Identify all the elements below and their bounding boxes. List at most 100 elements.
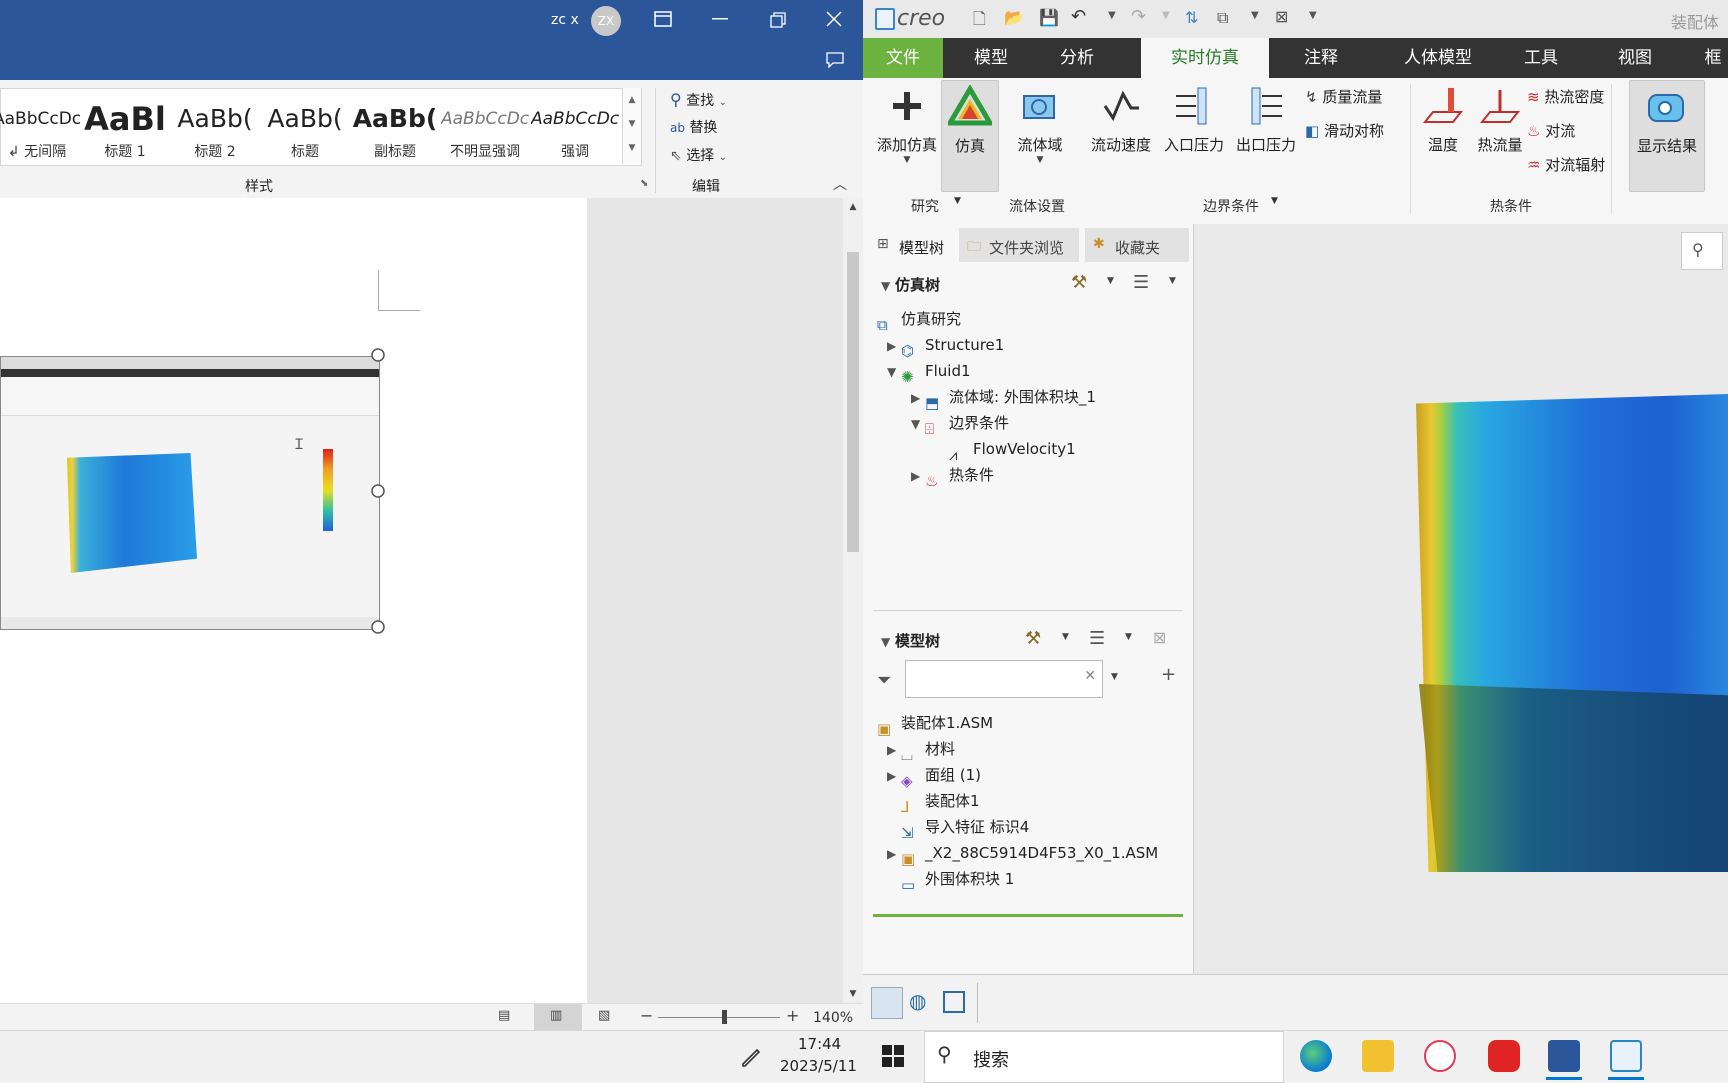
menu-annotate[interactable]: 注释: [1281, 38, 1361, 78]
resize-handle-icon[interactable]: [371, 620, 385, 634]
restore-icon[interactable]: [770, 12, 786, 28]
avatar[interactable]: ZX: [591, 6, 621, 36]
expand-icon[interactable]: ▶: [887, 737, 901, 763]
tree-item-quilts[interactable]: ▶ ◈ 面组 (1): [887, 762, 981, 790]
save-icon[interactable]: 💾: [1039, 8, 1059, 27]
regenerate-icon[interactable]: ⇅: [1185, 8, 1198, 27]
expand-icon[interactable]: ▶: [911, 385, 925, 411]
model-tree-header[interactable]: ▼ 模型树: [881, 630, 940, 651]
collapse-ribbon-icon[interactable]: ︿: [833, 174, 847, 194]
menu-file[interactable]: 文件: [863, 38, 943, 78]
viewport-search-button[interactable]: ⚲: [1681, 232, 1723, 270]
tree-item-assembly-csys[interactable]: ⅃ 装配体1: [901, 788, 980, 816]
more-icon[interactable]: ▼: [623, 136, 641, 160]
menu-view[interactable]: 视图: [1597, 38, 1673, 78]
replace-button[interactable]: ab 替换: [670, 116, 717, 140]
edge-browser-icon[interactable]: [1300, 1040, 1332, 1072]
scroll-thumb[interactable]: [847, 252, 859, 552]
read-mode-icon[interactable]: ▤: [498, 1008, 510, 1023]
resize-handle-icon[interactable]: [371, 484, 385, 498]
settings-tools-icon[interactable]: ⚒: [1025, 628, 1041, 649]
tree-item-import-feature[interactable]: ⇲ 导入特征 标识4: [901, 814, 1029, 842]
creo-app-icon[interactable]: [1610, 1040, 1642, 1072]
windows-start-icon[interactable]: [882, 1045, 904, 1067]
style-no-spacing[interactable]: AaBbCcDc ↲ 无间隔: [0, 97, 81, 165]
chevron-down-icon[interactable]: ▼: [1111, 672, 1118, 682]
add-study-button[interactable]: 添加仿真 ▼: [869, 84, 945, 165]
windows-icon[interactable]: ⧉: [1217, 8, 1228, 28]
chevron-down-icon[interactable]: ▼: [1169, 276, 1176, 286]
print-layout-button[interactable]: ▥: [534, 1004, 582, 1031]
chevron-down-icon[interactable]: ▼: [1108, 10, 1116, 21]
filter-icon[interactable]: ⏷: [877, 670, 891, 691]
minimize-icon[interactable]: [712, 18, 728, 20]
clock-date[interactable]: 2023/5/11: [780, 1057, 857, 1075]
chevron-down-icon[interactable]: ▼: [1251, 10, 1259, 21]
tab-favorites[interactable]: ✱ 收藏夹: [1085, 228, 1189, 262]
zoom-in-icon[interactable]: +: [786, 1006, 799, 1025]
convection-radiation-button[interactable]: ♒ 对流辐射: [1527, 154, 1605, 175]
netease-music-icon[interactable]: [1488, 1040, 1520, 1072]
show-list-icon[interactable]: ☰: [1133, 272, 1149, 293]
graphics-viewport[interactable]: ⚲: [1194, 224, 1728, 974]
tree-item-enclosure-volume[interactable]: ▭ 外围体积块 1: [901, 866, 1014, 894]
pen-icon[interactable]: [740, 1045, 762, 1067]
document-page[interactable]: Ｉ: [0, 198, 587, 1003]
gallery-scroll[interactable]: ▲ ▼ ▼: [622, 88, 641, 164]
menu-manikin[interactable]: 人体模型: [1385, 38, 1491, 78]
collapse-icon[interactable]: ▼: [887, 359, 901, 385]
undo-icon[interactable]: ↶: [1071, 6, 1086, 27]
expand-icon[interactable]: ▶: [887, 841, 901, 867]
tab-folder-browser[interactable]: 🗀 文件夹浏览: [959, 228, 1079, 262]
heat-flux-button[interactable]: ≋ 热流密度: [1527, 86, 1604, 107]
style-subtitle[interactable]: AaBb(副标题: [351, 97, 439, 165]
embedded-screenshot-image[interactable]: [0, 356, 380, 630]
open-folder-icon[interactable]: 📂: [1004, 8, 1024, 27]
chevron-down-icon[interactable]: ▼: [1125, 632, 1132, 642]
taskbar-search-box[interactable]: ⚲ 搜索: [924, 1031, 1284, 1083]
chevron-down-icon[interactable]: ▼: [623, 112, 641, 136]
model-tree-search-input[interactable]: ✕: [905, 660, 1103, 698]
web-layout-icon[interactable]: ▧: [598, 1008, 610, 1023]
model-tree-toggle-icon[interactable]: [871, 987, 903, 1019]
fluid-domain-button[interactable]: 流体域 ▼: [1007, 84, 1073, 165]
close-icon[interactable]: [826, 11, 842, 27]
close-window-icon[interactable]: ⊠: [1275, 7, 1288, 26]
browser-toggle-icon[interactable]: ◍: [909, 989, 926, 1013]
menu-analysis[interactable]: 分析: [1039, 38, 1115, 78]
menu-live-simulation[interactable]: 实时仿真: [1141, 38, 1269, 78]
chevron-down-icon[interactable]: ▼: [1107, 276, 1114, 286]
tree-filter-settings-icon[interactable]: ⊠: [1153, 628, 1166, 647]
fullscreen-icon[interactable]: [943, 991, 965, 1013]
chevron-down-icon[interactable]: ▼: [1271, 196, 1278, 206]
menu-model[interactable]: 模型: [953, 38, 1029, 78]
add-icon[interactable]: +: [1161, 664, 1176, 685]
dialog-launcher-icon[interactable]: ⬊: [640, 178, 648, 189]
tree-item-sub-assembly[interactable]: ▶ ▣ _X2_88C5914D4F53_X0_1.ASM: [887, 840, 1158, 868]
menu-tools[interactable]: 工具: [1503, 38, 1579, 78]
style-heading-1[interactable]: AaBl 标题 1: [81, 97, 169, 165]
style-title[interactable]: AaBb(标题: [261, 97, 349, 165]
menu-frame[interactable]: 框: [1693, 38, 1728, 78]
show-results-button[interactable]: 显示结果: [1629, 80, 1705, 192]
zoom-out-icon[interactable]: −: [640, 1006, 653, 1025]
app-icon[interactable]: [1424, 1040, 1456, 1072]
scroll-up-icon[interactable]: ▲: [843, 198, 863, 216]
inlet-pressure-button[interactable]: 入口压力: [1157, 84, 1231, 155]
chevron-down-icon[interactable]: ▼: [954, 196, 961, 206]
user-name[interactable]: zc x: [551, 12, 579, 28]
tree-item-materials[interactable]: ▶ ⌴ 材料: [887, 736, 955, 764]
comment-icon[interactable]: [826, 52, 844, 68]
vertical-scrollbar[interactable]: ▲ ▼: [843, 198, 863, 1003]
heat-flow-button[interactable]: 热流量: [1469, 84, 1531, 155]
slip-symmetry-button[interactable]: ◧ 滑动对称: [1305, 120, 1384, 141]
style-subtle-emphasis[interactable]: AaBbCcDc 不明显强调: [441, 97, 529, 165]
flow-velocity-button[interactable]: 流动速度: [1083, 84, 1159, 155]
tree-item-thermal[interactable]: ▶ ♨ 热条件: [911, 462, 994, 490]
collapse-icon[interactable]: ▼: [911, 411, 925, 437]
chevron-up-icon[interactable]: ▲: [623, 88, 641, 112]
zoom-level[interactable]: 140%: [813, 1010, 853, 1026]
tree-item-sim-study[interactable]: ⧉ 仿真研究: [877, 306, 961, 334]
outlet-pressure-button[interactable]: 出口压力: [1229, 84, 1303, 155]
resize-handle-icon[interactable]: [371, 348, 385, 362]
